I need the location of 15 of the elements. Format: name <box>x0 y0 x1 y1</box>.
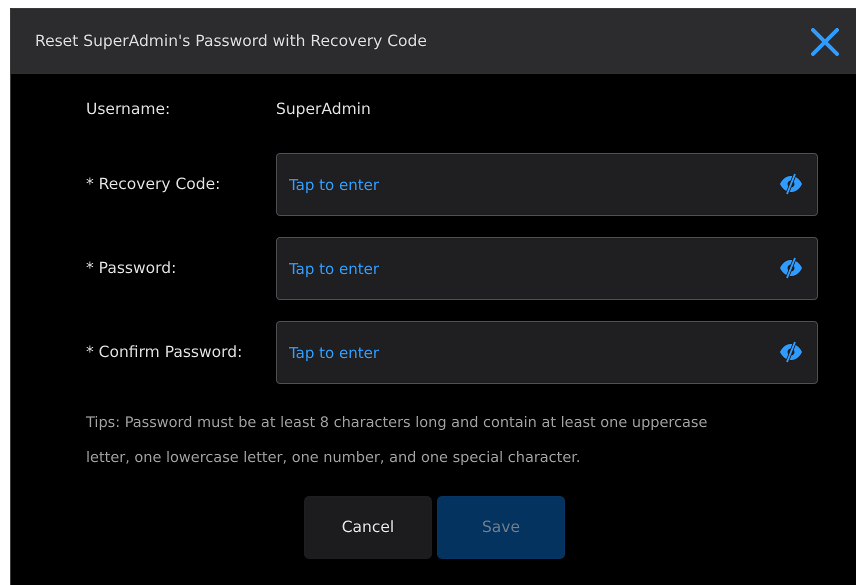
dialog-title: Reset SuperAdmin's Password with Recovery Code <box>35 30 427 52</box>
close-icon <box>810 26 840 56</box>
username-label: Username: <box>86 99 172 120</box>
eye-slash-icon[interactable] <box>778 339 804 365</box>
password-tips: Tips: Password must be at least 8 characters long and contain at least one uppercase letter, one lowercase letter, one number, and one special character. <box>86 414 708 468</box>
input-field[interactable]: Tap to enter <box>276 237 818 300</box>
eye-slash-icon[interactable] <box>778 171 804 197</box>
field-label: * Password: <box>86 258 178 279</box>
eye-slash-icon[interactable] <box>778 255 804 281</box>
input-field[interactable]: Tap to enter <box>276 153 818 216</box>
input-field[interactable]: Tap to enter <box>276 321 818 384</box>
cancel-button[interactable]: Cancel <box>304 496 432 559</box>
field-label: * Confirm Password: <box>86 342 244 363</box>
field-label: * Recovery Code: <box>86 174 222 195</box>
username-value: SuperAdmin <box>276 99 371 120</box>
